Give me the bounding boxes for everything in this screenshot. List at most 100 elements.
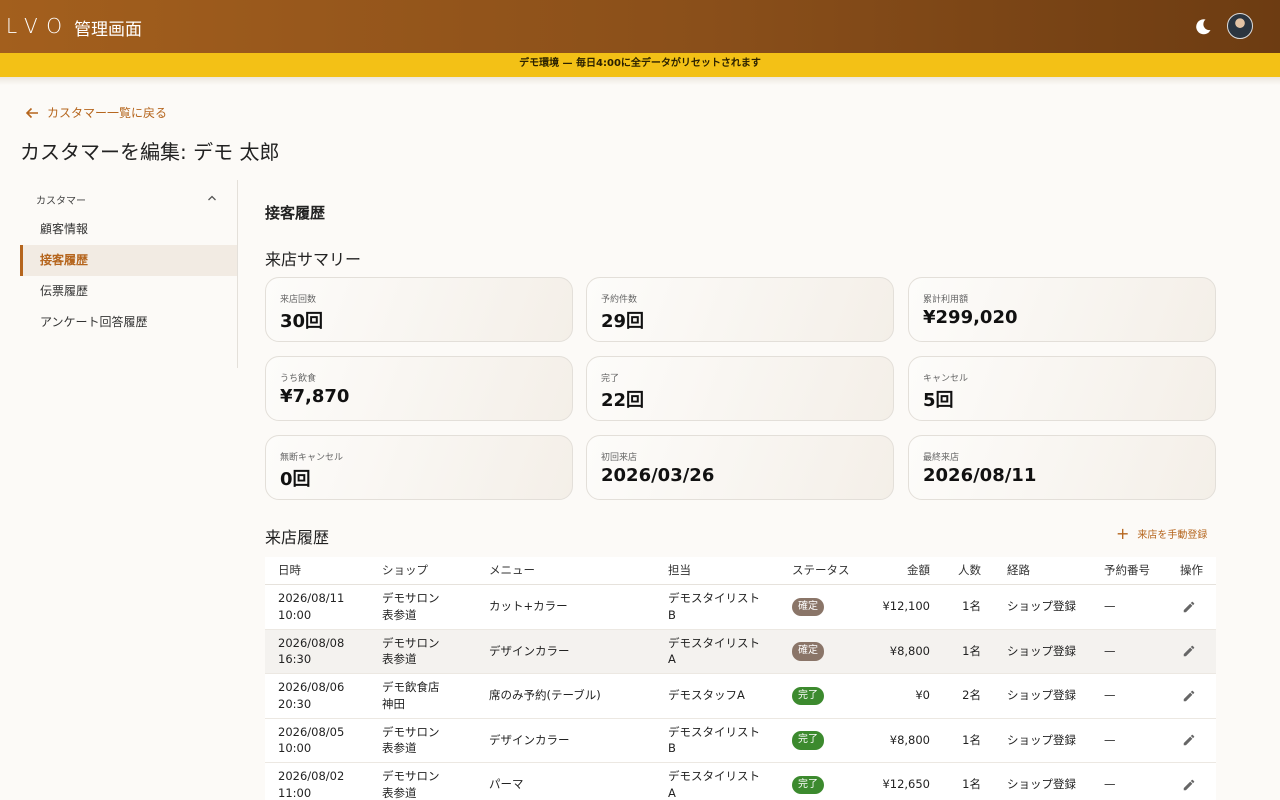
summary-card-label: うち飲食	[280, 374, 317, 384]
summary-card-value: ¥299,020	[923, 307, 1018, 328]
status-badge: 確定	[792, 597, 824, 616]
summary-card: 完了 22回	[586, 356, 894, 421]
summary-card-value: 2026/03/26	[601, 465, 715, 486]
cell-reservation-no: —	[1104, 599, 1116, 614]
summary-card-label: 予約件数	[601, 295, 638, 305]
table-header: 日時 ショップ メニュー 担当 ステータス 金額 人数 経路 予約番号 操作	[265, 557, 1216, 585]
summary-card: 最終来店 2026/08/11	[908, 435, 1216, 500]
table-row: 2026/08/02 11:00 デモサロン 表参道 パーマ デモスタイリスト A 完…	[265, 763, 1216, 800]
sidebar-item-survey-history[interactable]: アンケート回答履歴	[20, 307, 237, 338]
edit-icon[interactable]	[1182, 644, 1196, 658]
cell-route: ショップ登録	[1007, 688, 1076, 703]
col-header-staff[interactable]: 担当	[668, 557, 691, 584]
cell-staff: デモスタッフA	[668, 688, 745, 703]
app-title: 管理画面	[74, 20, 142, 40]
cell-menu: カット+カラー	[489, 599, 568, 614]
cell-menu: デザインカラー	[489, 643, 570, 658]
col-header-amount[interactable]: 金額	[865, 557, 930, 584]
summary-card: 無断キャンセル 0回	[265, 435, 573, 500]
col-header-menu[interactable]: メニュー	[489, 557, 535, 584]
summary-card-value: 22回	[601, 390, 645, 411]
edit-icon[interactable]	[1182, 778, 1196, 792]
cell-datetime: 2026/08/02 11:00	[278, 769, 345, 800]
edit-icon[interactable]	[1182, 733, 1196, 747]
cell-reservation-no: —	[1104, 777, 1116, 792]
cell-amount: ¥8,800	[889, 643, 930, 658]
summary-card-value: ¥7,870	[280, 386, 350, 407]
summary-card-label: 完了	[601, 374, 620, 384]
summary-card-label: 最終来店	[923, 453, 960, 463]
col-header-datetime[interactable]: 日時	[278, 557, 301, 584]
cell-people: 1名	[962, 643, 981, 658]
sidebar-item-customer-info[interactable]: 顧客情報	[20, 214, 237, 245]
table-row: 2026/08/06 20:30 デモ飲食店 神田 席のみ予約(テーブル) デモスタ…	[265, 674, 1216, 719]
edit-icon[interactable]	[1182, 600, 1196, 614]
user-avatar[interactable]	[1227, 13, 1253, 39]
col-header-people[interactable]: 人数	[945, 557, 981, 584]
summary-card-label: 累計利用額	[923, 295, 969, 305]
status-badge: 確定	[792, 642, 824, 661]
summary-card: 予約件数 29回	[586, 277, 894, 342]
col-header-status[interactable]: ステータス	[792, 557, 850, 584]
col-header-route[interactable]: 経路	[1007, 557, 1030, 584]
cell-staff: デモスタイリスト A	[668, 769, 760, 800]
status-badge: 完了	[792, 775, 824, 794]
app-header: LVO 管理画面	[0, 0, 1280, 53]
cell-menu: 席のみ予約(テーブル)	[489, 688, 601, 703]
cell-people: 1名	[962, 599, 981, 614]
table-row: 2026/08/08 16:30 デモサロン 表参道 デザインカラー デモスタイリス…	[265, 629, 1216, 674]
col-header-shop[interactable]: ショップ	[382, 557, 428, 584]
chevron-up-icon[interactable]	[206, 192, 218, 204]
summary-card-label: 初回来店	[601, 453, 638, 463]
status-badge: 完了	[792, 731, 824, 750]
cell-datetime: 2026/08/05 10:00	[278, 724, 345, 756]
cell-shop: デモサロン 表参道	[382, 591, 440, 622]
summary-card: 初回来店 2026/03/26	[586, 435, 894, 500]
cell-amount: ¥8,800	[889, 732, 930, 747]
add-visit-button[interactable]: + 来店を手動登録	[1116, 523, 1208, 543]
summary-card: 来店回数 30回	[265, 277, 573, 342]
summary-card-label: 無断キャンセル	[280, 453, 344, 463]
sidebar-group-label[interactable]: カスタマー	[36, 192, 86, 207]
summary-card-value: 5回	[923, 390, 954, 411]
summary-card-label: 来店回数	[280, 295, 317, 305]
cell-shop: デモサロン 表参道	[382, 769, 440, 800]
cell-amount: ¥0	[915, 688, 930, 703]
back-to-list-link[interactable]: カスタマー一覧に戻る	[25, 104, 167, 121]
summary-card-value: 30回	[280, 311, 324, 332]
demo-banner: デモ環境 — 毎日4:00に全データがリセットされます	[0, 53, 1280, 77]
history-title: 来店履歴	[265, 528, 330, 547]
visit-history-table: 日時 ショップ メニュー 担当 ステータス 金額 人数 経路 予約番号 操作 2…	[265, 557, 1216, 800]
add-visit-label: 来店を手動登録	[1137, 530, 1208, 541]
cell-people: 1名	[962, 732, 981, 747]
banner-shadow	[0, 77, 1280, 85]
cell-datetime: 2026/08/11 10:00	[278, 591, 345, 622]
cell-shop: デモサロン 表参道	[382, 724, 440, 756]
cell-reservation-no: —	[1104, 643, 1116, 658]
cell-staff: デモスタイリスト A	[668, 635, 760, 667]
app-logo[interactable]: LVO	[6, 14, 71, 38]
cell-shop: デモサロン 表参道	[382, 635, 440, 667]
cell-amount: ¥12,100	[882, 599, 930, 614]
cell-reservation-no: —	[1104, 732, 1116, 747]
edit-icon[interactable]	[1182, 689, 1196, 703]
summary-card-value: 2026/08/11	[923, 465, 1037, 486]
dark-mode-icon[interactable]	[1193, 17, 1213, 37]
col-header-reservation-no[interactable]: 予約番号	[1104, 557, 1150, 584]
cell-amount: ¥12,650	[882, 777, 930, 792]
cell-people: 2名	[962, 688, 981, 703]
summary-card: うち飲食 ¥7,870	[265, 356, 573, 421]
col-header-actions: 操作	[1180, 563, 1203, 578]
summary-card: キャンセル 5回	[908, 356, 1216, 421]
cell-staff: デモスタイリスト B	[668, 591, 760, 622]
plus-icon: +	[1116, 523, 1130, 543]
sidebar: カスタマー 顧客情報 接客履歴 伝票履歴 アンケート回答履歴	[20, 180, 238, 368]
status-badge: 完了	[792, 686, 824, 705]
sidebar-item-slip-history[interactable]: 伝票履歴	[20, 276, 237, 307]
cell-people: 1名	[962, 777, 981, 792]
summary-card-label: キャンセル	[923, 374, 969, 384]
cell-datetime: 2026/08/06 20:30	[278, 680, 345, 711]
table-row: 2026/08/11 10:00 デモサロン 表参道 カット+カラー デモスタイリス…	[265, 585, 1216, 630]
summary-card-value: 0回	[280, 469, 311, 490]
sidebar-item-service-history[interactable]: 接客履歴	[20, 245, 237, 276]
